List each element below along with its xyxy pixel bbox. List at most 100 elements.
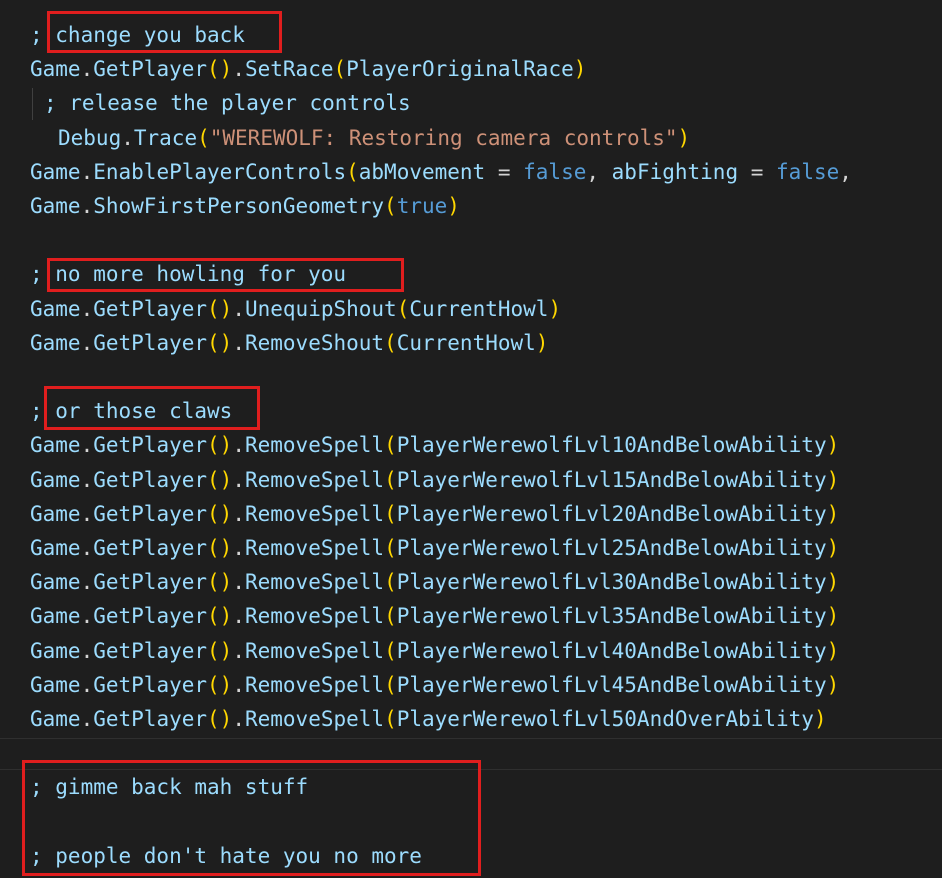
code-token: ( xyxy=(396,296,410,321)
code-line[interactable]: Game.GetPlayer().RemoveSpell(PlayerWerew… xyxy=(30,531,839,565)
code-token: Game xyxy=(30,159,81,184)
code-token: . xyxy=(80,707,94,731)
code-token: , xyxy=(586,159,612,184)
code-line[interactable]: Game.GetPlayer().RemoveShout(CurrentHowl… xyxy=(30,326,548,360)
code-token: , xyxy=(839,159,852,184)
code-line[interactable]: Game.GetPlayer().RemoveSpell(PlayerWerew… xyxy=(30,599,839,633)
code-token: ( xyxy=(384,672,397,697)
code-line[interactable]: Debug.Trace("WEREWOLF: Restoring camera … xyxy=(58,121,690,155)
code-token: PlayerWerewolfLvl25AndBelowAbility xyxy=(396,536,827,560)
code-token: Game xyxy=(30,638,81,663)
code-line[interactable]: Game.GetPlayer().RemoveSpell(PlayerWerew… xyxy=(30,428,839,462)
code-line[interactable]: Game.EnablePlayerControls(abMovement = f… xyxy=(30,155,852,189)
code-token: GetPlayer xyxy=(93,296,208,321)
code-token: ( xyxy=(384,501,397,526)
code-token: ( xyxy=(384,330,397,355)
code-token: . xyxy=(80,433,94,458)
code-token: ( xyxy=(346,159,359,184)
code-token: () xyxy=(207,330,233,355)
code-token: ( xyxy=(197,125,210,150)
code-token: . xyxy=(232,536,245,560)
annotation-box-gimme-back xyxy=(22,760,481,876)
code-token: . xyxy=(80,296,94,321)
code-token: . xyxy=(232,570,245,595)
code-token: PlayerOriginalRace xyxy=(346,57,574,82)
code-token: ShowFirstPersonGeometry xyxy=(93,194,385,218)
indent-guide xyxy=(32,88,33,120)
code-token: GetPlayer xyxy=(93,672,208,697)
code-line[interactable]: Game.GetPlayer().RemoveSpell(PlayerWerew… xyxy=(30,702,827,736)
code-token: () xyxy=(207,467,233,492)
code-token: . xyxy=(232,604,245,629)
code-token: . xyxy=(80,57,94,82)
code-token: RemoveSpell xyxy=(244,672,385,697)
code-token: ( xyxy=(384,536,397,560)
code-token: Game xyxy=(30,330,81,355)
code-line[interactable]: Game.GetPlayer().SetRace(PlayerOriginalR… xyxy=(30,52,586,86)
code-token: Game xyxy=(30,604,81,629)
code-token: () xyxy=(207,638,233,663)
code-token: ) xyxy=(447,194,460,218)
code-token: ( xyxy=(333,57,347,82)
code-token: . xyxy=(80,467,94,492)
code-line[interactable]: Game.GetPlayer().UnequipShout(CurrentHow… xyxy=(30,292,561,326)
code-token: . xyxy=(80,638,94,663)
code-token: GetPlayer xyxy=(93,570,208,595)
code-token: PlayerWerewolfLvl50AndOverAbility xyxy=(396,707,814,731)
code-line[interactable]: ; release the player controls xyxy=(44,86,411,120)
code-token: GetPlayer xyxy=(93,638,208,663)
code-token: RemoveSpell xyxy=(244,467,385,492)
code-token: ( xyxy=(384,433,397,458)
code-token: Game xyxy=(30,433,81,458)
code-line[interactable]: Game.GetPlayer().RemoveSpell(PlayerWerew… xyxy=(30,668,839,702)
code-token: GetPlayer xyxy=(93,330,208,355)
code-token: ) xyxy=(826,570,840,595)
code-token: RemoveSpell xyxy=(244,638,385,663)
code-token: () xyxy=(207,672,233,697)
code-token: Game xyxy=(30,672,81,697)
code-token: () xyxy=(207,536,233,560)
code-token: . xyxy=(232,672,245,697)
code-token: = xyxy=(485,159,524,184)
code-line[interactable]: Game.ShowFirstPersonGeometry(true) xyxy=(30,189,460,223)
code-token: false xyxy=(776,159,840,184)
code-token: GetPlayer xyxy=(93,467,208,492)
code-token: ) xyxy=(548,296,562,321)
code-token: () xyxy=(207,501,233,526)
code-token: . xyxy=(80,536,94,560)
annotation-box-change-you-back xyxy=(47,11,282,53)
code-token: Game xyxy=(30,296,81,321)
code-token: . xyxy=(232,433,245,458)
code-editor[interactable]: ; change you back Game.GetPlayer().SetRac… xyxy=(0,0,942,878)
code-token: PlayerWerewolfLvl40AndBelowAbility xyxy=(396,638,827,663)
code-token: PlayerWerewolfLvl20AndBelowAbility xyxy=(396,501,827,526)
code-token: ) xyxy=(826,604,840,629)
code-token: GetPlayer xyxy=(93,57,208,82)
code-line[interactable]: Game.GetPlayer().RemoveSpell(PlayerWerew… xyxy=(30,634,839,668)
code-line[interactable]: Game.GetPlayer().RemoveSpell(PlayerWerew… xyxy=(30,497,839,531)
code-token: GetPlayer xyxy=(93,707,208,731)
code-token: . xyxy=(80,194,94,218)
code-token: . xyxy=(232,707,245,731)
code-token: ) xyxy=(573,57,587,82)
code-token: RemoveSpell xyxy=(244,570,385,595)
code-line[interactable]: Game.GetPlayer().RemoveSpell(PlayerWerew… xyxy=(30,463,839,497)
code-token: Debug xyxy=(58,125,122,150)
code-token: RemoveSpell xyxy=(244,501,385,526)
code-token: PlayerWerewolfLvl10AndBelowAbility xyxy=(396,433,827,458)
code-token: CurrentHowl xyxy=(396,330,536,355)
code-token: "WEREWOLF: Restoring camera controls" xyxy=(209,125,678,150)
code-token: ) xyxy=(826,536,840,560)
code-token: Game xyxy=(30,570,81,595)
code-token: false xyxy=(523,159,587,184)
code-token: . xyxy=(80,604,94,629)
code-token: ( xyxy=(384,638,397,663)
code-token: . xyxy=(232,638,245,663)
code-line[interactable]: Game.GetPlayer().RemoveSpell(PlayerWerew… xyxy=(30,565,839,599)
code-token: Game xyxy=(30,707,81,731)
code-token: = xyxy=(738,159,777,184)
code-token: . xyxy=(232,330,245,355)
code-token: GetPlayer xyxy=(93,604,208,629)
code-token: . xyxy=(232,467,245,492)
code-token: () xyxy=(207,296,233,321)
